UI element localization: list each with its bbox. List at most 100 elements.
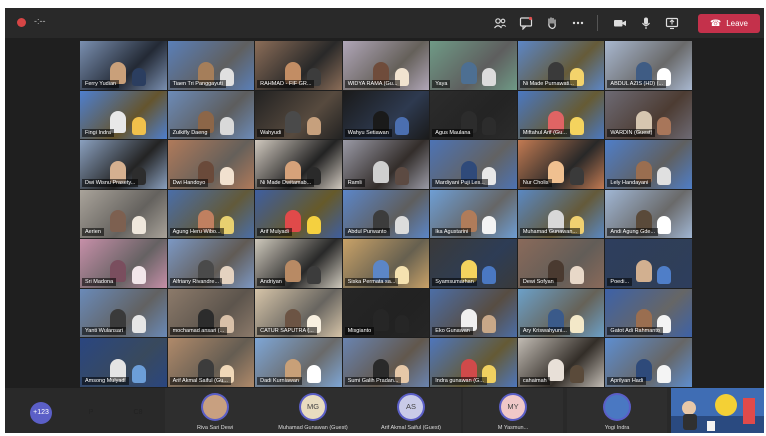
participant-tile[interactable]: Yaya <box>430 41 517 90</box>
participant-name-label: WIDYA RAMA (Gu... <box>344 79 401 88</box>
participant-tile[interactable]: Andriyan <box>255 239 342 288</box>
chat-icon[interactable] <box>519 16 533 31</box>
participant-initials-avatar: MY <box>501 395 525 419</box>
participant-tile[interactable]: Syamsumarhan <box>430 239 517 288</box>
participant-tile[interactable]: Fingi Indra <box>80 90 167 139</box>
participant-tile[interactable]: Andi Agung Gde... <box>605 189 692 238</box>
microphone-icon[interactable] <box>639 16 653 30</box>
participant-tile[interactable]: Miftahul Arif (Gu... <box>517 90 605 139</box>
more-actions-icon[interactable] <box>571 16 585 30</box>
participant-name-label: Amsong Mulyadi <box>82 376 129 385</box>
participant-name-label: mochamad ansari (... <box>169 327 228 335</box>
dock-avatar-c8[interactable]: C8 <box>127 402 149 424</box>
participant-name-label: Arif Akmal Saiful (Gu... <box>169 376 231 385</box>
participant-tile[interactable]: Amsong Mulyadi <box>80 338 167 387</box>
participant-tile[interactable]: WIDYA RAMA (Gu... <box>342 41 430 90</box>
participant-tile[interactable]: Ramli <box>342 140 430 189</box>
dock-avatar-p[interactable]: P <box>80 402 102 424</box>
participant-name-label: Gatot Adi Rahmanto <box>607 327 663 335</box>
participant-tile[interactable]: Lely Handayani <box>605 140 692 189</box>
participant-video-figure <box>657 265 672 284</box>
participant-name-label: Yanti Wulansari <box>82 327 127 335</box>
participant-name-label: Dwi Wisnu Prasety... <box>82 178 139 187</box>
participant-name-label: Ni Made Purnawati... <box>519 79 577 88</box>
participant-tile[interactable]: Aerien <box>80 189 167 238</box>
participant-video-figure <box>307 216 322 234</box>
participant-name-label: Muhamad Gunawan... <box>519 228 580 236</box>
participant-name-label: Wahyu Setiawan <box>344 129 392 137</box>
participant-tile[interactable]: Ni Made Dwitamab... <box>255 140 342 189</box>
participant-name-label: Ramli <box>344 178 365 187</box>
participant-video-figure <box>482 117 497 135</box>
participant-name-label: Ni Made Dwitamab... <box>257 178 315 187</box>
leave-label: Leave <box>726 19 748 28</box>
participant-tile[interactable]: Zulkifly Daeng <box>167 90 255 139</box>
participant-tile[interactable]: cahaimah <box>517 338 605 387</box>
participants-icon[interactable] <box>493 16 507 30</box>
participant-tile[interactable]: Arif Mulyadi <box>255 189 342 238</box>
dock-participant-card[interactable]: AS Arif Akmal Saiful (Guest) <box>361 388 461 433</box>
participant-video-figure <box>219 166 234 185</box>
participant-tile[interactable]: Indra gunawan (G... <box>430 338 517 387</box>
participant-tile[interactable]: Poedi... <box>605 239 692 288</box>
participant-tile[interactable]: Dwi Wisnu Prasety... <box>80 140 167 189</box>
participant-tile[interactable]: RAHMAD - FIF GR... <box>255 41 342 90</box>
leave-button[interactable]: ☎ Leave <box>698 14 760 33</box>
dock-participant-card[interactable]: MG Muhamad Gunawan (Guest) <box>263 388 363 433</box>
participant-name-label: Ika Agustarini <box>432 228 472 236</box>
participant-video-grid: Ferry Yudian Tiaen Tri Panggayuti RAHMAD -… <box>80 41 692 387</box>
participant-tile[interactable]: Agung Heru Wibo... <box>167 189 255 238</box>
camera-icon[interactable] <box>613 16 627 30</box>
participant-tile[interactable]: Siska Permata sa... <box>342 239 430 288</box>
meeting-toolbar: -:-- ☎ Leave <box>5 8 764 38</box>
participant-tile[interactable]: Arif Akmal Saiful (Gu... <box>167 338 255 387</box>
participant-tile[interactable]: Ary Kriswahyuni... <box>517 288 605 337</box>
phone-hangup-icon: ☎ <box>709 18 722 28</box>
participant-tile[interactable]: Misgianto <box>342 288 430 337</box>
participant-tile[interactable]: Ferry Yudian <box>80 41 167 90</box>
participant-video-figure <box>131 117 146 135</box>
participant-tile[interactable]: Nur Cholis <box>517 140 605 189</box>
dock-participant-name: Arif Akmal Saiful (Guest) <box>381 425 441 431</box>
participant-tile[interactable]: Muhamad Gunawan... <box>517 189 605 238</box>
participant-tile[interactable]: Abdul Purwanto <box>342 189 430 238</box>
participant-name-label: Indra gunawan (G... <box>432 376 487 385</box>
participant-tile[interactable]: Aprilyan Hadi <box>605 338 692 387</box>
self-video-preview[interactable] <box>671 388 764 433</box>
participant-tile[interactable]: Agus Maulana <box>430 90 517 139</box>
participant-tile[interactable]: Dewi Sofyan <box>517 239 605 288</box>
participant-tile[interactable]: ABDUL AZIS (HD) (... <box>605 41 692 90</box>
participant-tile[interactable]: Ni Made Purnawati... <box>517 41 605 90</box>
participant-tile[interactable]: Dwi Handoyo <box>167 140 255 189</box>
dock-participant-card[interactable]: Riva Sari Dewi <box>165 388 265 433</box>
participant-tile[interactable]: Sri Madona <box>80 239 167 288</box>
participant-tile[interactable]: WARDIN (Guest) <box>605 90 692 139</box>
participant-tile[interactable]: Gatot Adi Rahmanto <box>605 288 692 337</box>
participant-tile[interactable]: Mardiyani Puji Les... <box>430 140 517 189</box>
participant-tile[interactable]: Dadi Kurniawan <box>255 338 342 387</box>
participant-tile[interactable]: Eko Gunawan <box>430 288 517 337</box>
participant-tile[interactable]: Yanti Wulansari <box>80 288 167 337</box>
participant-tile[interactable]: mochamad ansari (... <box>167 288 255 337</box>
participant-video-figure <box>373 160 389 183</box>
participant-name-label: Fingi Indra <box>82 129 114 137</box>
participant-name-label: Abdul Purwanto <box>344 228 390 236</box>
overflow-participants-button[interactable]: +123 <box>30 402 52 424</box>
participant-name-label: CATUR SAPUTRA (... <box>257 327 317 335</box>
dock-participant-card[interactable]: MY M Yasmun... <box>463 388 563 433</box>
participant-tile[interactable]: Ika Agustarini <box>430 189 517 238</box>
share-screen-icon[interactable] <box>665 16 679 30</box>
participant-tile[interactable]: CATUR SAPUTRA (... <box>255 288 342 337</box>
participant-video-figure <box>131 364 146 383</box>
participant-tile[interactable]: Sumi Galih Pradan... <box>342 338 430 387</box>
participant-video-figure <box>307 117 322 135</box>
participant-tile[interactable]: Alfriany Rivandre... <box>167 239 255 288</box>
participant-name-label: Poedi... <box>607 277 633 286</box>
raise-hand-icon[interactable] <box>545 16 559 30</box>
participant-name-label: WARDIN (Guest) <box>607 129 656 137</box>
participant-tile[interactable]: Wahyu Setiawan <box>342 90 430 139</box>
participant-tile[interactable]: Wahyudi <box>255 90 342 139</box>
participant-tile[interactable]: Tiaen Tri Panggayuti <box>167 41 255 90</box>
participant-video-figure <box>394 315 409 333</box>
dock-participant-card[interactable]: Yogi Indra <box>567 388 667 433</box>
